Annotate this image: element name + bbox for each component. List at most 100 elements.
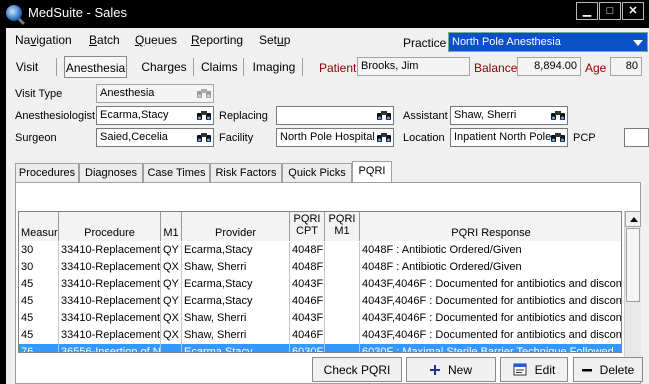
chevron-down-icon[interactable] [633,40,643,46]
col-pqri-cpt-header[interactable]: PQRI CPT [290,212,325,241]
menu-batch[interactable]: Batch [89,33,120,47]
header-label: PQRI Response [451,227,531,239]
table-row[interactable]: 45 33410-Replacement QX Shaw, Sherri 4046F 40… [19,327,621,344]
col-pqri-cpt-cell: 6030F [290,344,325,352]
table-row[interactable]: 30 33410-Replacement QX Shaw, Sherri 4048F 40… [19,259,621,276]
surgeon-value: Saied,Cecelia [100,131,168,143]
medsuite-app-icon [6,5,22,21]
patient-label: Patient [319,61,357,75]
practice-dropdown[interactable]: North Pole Anesthesia [448,32,648,52]
menu-setup[interactable]: Setup [259,33,290,47]
table-row[interactable]: 76 36556-Insertion of No Ecarma,Stacy 6030F… [19,344,621,352]
check-pqri-label: Check PQRI [323,363,391,377]
table-row[interactable]: 30 33410-Replacement QY Ecarma,Stacy 4048F 40… [19,242,621,259]
close-button[interactable]: ✕ [622,2,644,20]
tab-separator [302,58,303,76]
col-procedure-header[interactable]: Procedure [59,212,161,241]
check-pqri-button[interactable]: Check PQRI [312,357,402,382]
facility-field[interactable]: North Pole Hospital [276,128,394,147]
tab-case-times[interactable]: Case Times [143,163,210,183]
assistant-field[interactable]: Shaw, Sherri [450,106,568,125]
col-m1-cell: QY [161,242,182,259]
pcp-label: PCP [573,132,596,144]
facility-label: Facility [219,132,254,144]
col-provider-cell: Ecarma,Stacy [182,276,290,293]
menu-reporting[interactable]: Reporting [191,33,243,47]
tab-claims[interactable]: Claims [201,56,238,78]
col-pqri-response-header[interactable]: PQRI Response [360,212,621,241]
binoculars-icon[interactable] [196,86,212,101]
tab-charges[interactable]: Charges [139,56,189,78]
header-line-2: CPT [296,225,318,237]
vertical-scrollbar[interactable] [624,211,641,378]
col-provider-cell: Ecarma,Stacy [182,242,290,259]
maximize-button[interactable]: □ [599,2,621,20]
col-procedure-cell: 33410-Replacement [59,259,161,276]
balance-field: 8,894.00 [517,57,581,76]
tab-procedures[interactable]: Procedures [15,163,79,183]
visit-type-field[interactable]: Anesthesia [96,84,214,103]
edit-button[interactable]: Edit [500,357,568,382]
new-button[interactable]: New [406,357,496,382]
pqri-grid: MeasureProcedureM1ProviderPQRICPTPQRIM1 P… [18,211,622,353]
col-m1-header[interactable]: M1 [161,212,182,241]
new-label: New [447,363,472,377]
grid-header: MeasureProcedureM1ProviderPQRICPTPQRIM1 P… [19,212,621,241]
practice-value: North Pole Anesthesia [452,36,561,48]
table-row[interactable]: 45 33410-Replacement QY Ecarma,Stacy 4043F 40… [19,276,621,293]
age-label: Age [585,61,607,75]
location-field[interactable]: Inpatient North Pole [450,128,568,147]
anesthesiologist-value: Ecarma,Stacy [100,109,169,121]
col-measure-cell: 76 [19,344,59,352]
delete-button[interactable]: Delete [573,357,643,382]
table-row[interactable]: 45 33410-Replacement QX Shaw, Sherri 4043F 40… [19,310,621,327]
scroll-up-icon[interactable] [625,211,641,227]
minimize-button[interactable]: ▁ [576,2,598,20]
app-window: MedSuite - Sales ▁ □ ✕ Navigation Batch … [0,0,649,384]
menu-navigation[interactable]: Navigation [15,33,72,47]
col-provider-cell: Shaw, Sherri [182,310,290,327]
binoculars-icon[interactable] [196,108,212,123]
table-row[interactable]: 45 33410-Replacement QY Ecarma,Stacy 4046F 40… [19,293,621,310]
replacing-field[interactable] [276,106,394,125]
binoculars-icon[interactable] [550,108,566,123]
menu-bar: Navigation Batch Queues Reporting Setup … [6,28,649,52]
col-pqri-response-cell: 6030F : Maximal Sterile Barrier Techniqu… [360,344,621,352]
col-measure-header[interactable]: Measure [19,212,59,241]
binoculars-icon[interactable] [196,130,212,145]
practice-label: Practice [403,36,447,50]
tab-risk-factors[interactable]: Risk Factors [210,163,282,183]
location-value: Inpatient North Pole [454,131,552,143]
col-pqri-response-cell: 4043F,4046F : Documented for antibiotics… [360,293,621,310]
col-pqri-response-cell: 4043F,4046F : Documented for antibiotics… [360,327,621,344]
col-pqri-cpt-cell: 4048F [290,242,325,259]
pcp-field[interactable] [624,128,649,147]
anesthesiologist-field[interactable]: Ecarma,Stacy [96,106,214,125]
menu-queues[interactable]: Queues [135,33,177,47]
col-pqri-cpt-cell: 4046F [290,293,325,310]
tab-visit[interactable]: Visit [12,56,42,78]
tab-diagnoses[interactable]: Diagnoses [79,163,143,183]
surgeon-field[interactable]: Saied,Cecelia [96,128,214,147]
col-provider-header[interactable]: Provider [182,212,290,241]
binoculars-icon[interactable] [550,130,566,145]
patient-field[interactable]: Brooks, Jim [357,57,470,76]
binoculars-icon[interactable] [376,130,392,145]
col-provider-cell: Shaw, Sherri [182,259,290,276]
col-procedure-cell: 33410-Replacement [59,276,161,293]
col-m1-cell: QY [161,276,182,293]
tab-pqri[interactable]: PQRI [352,161,392,183]
scroll-thumb[interactable] [626,228,640,302]
anesthesiologist-label: Anesthesiologist [15,110,96,122]
col-m1-cell: QX [161,259,182,276]
col-pqri-m1-header[interactable]: PQRI M1 [325,212,360,241]
col-m1-cell [161,344,182,352]
surgeon-label: Surgeon [15,132,57,144]
col-procedure-cell: 33410-Replacement [59,293,161,310]
tab-anesthesia[interactable]: Anesthesia [64,56,127,78]
binoculars-icon[interactable] [376,108,392,123]
col-procedure-cell: 36556-Insertion of No [59,344,161,352]
title-bar[interactable]: MedSuite - Sales ▁ □ ✕ [0,0,649,26]
tab-imaging[interactable]: Imaging [252,56,296,78]
tab-quick-picks[interactable]: Quick Picks [282,163,352,183]
